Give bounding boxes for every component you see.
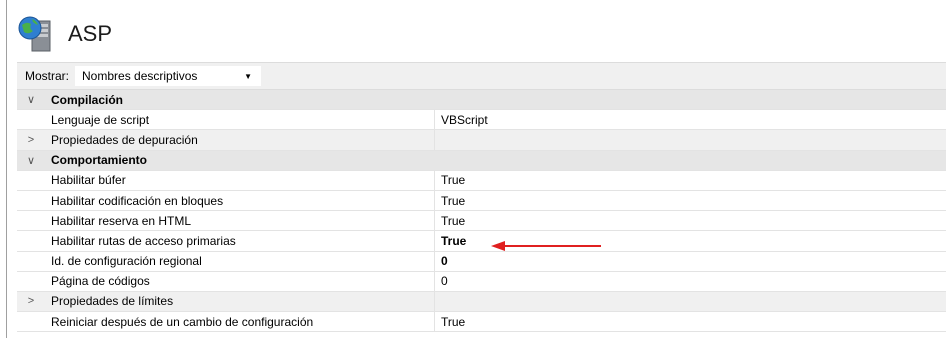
display-mode-value: Nombres descriptivos — [82, 69, 198, 83]
red-arrow-annotation — [491, 241, 601, 251]
window-left-border — [6, 0, 7, 338]
row-gutter — [17, 312, 45, 331]
row-gutter — [17, 211, 45, 230]
mostrar-label: Mostrar: — [25, 69, 70, 83]
row-gutter — [17, 171, 45, 190]
property-row[interactable]: > Propiedades de depuración — [17, 130, 946, 151]
property-row[interactable]: Habilitar rutas de acceso primarias True — [17, 231, 946, 252]
property-value[interactable] — [434, 130, 946, 150]
property-value[interactable]: VBScript — [434, 110, 946, 130]
property-value[interactable]: True — [434, 312, 946, 332]
property-value[interactable]: True — [434, 211, 946, 231]
display-toolbar: Mostrar: Nombres descriptivos ▼ — [17, 62, 946, 90]
property-name: Compilación — [51, 92, 124, 107]
row-gutter — [17, 272, 45, 291]
row-gutter — [17, 191, 45, 210]
expand-chevron-icon[interactable]: > — [17, 292, 45, 311]
property-name: Página de códigos — [51, 274, 150, 289]
property-name: Comportamiento — [51, 153, 147, 168]
property-value[interactable]: 0 — [434, 271, 946, 291]
property-name: Habilitar búfer — [51, 173, 126, 188]
property-name: Id. de configuración regional — [51, 254, 202, 269]
property-value[interactable]: True — [434, 170, 946, 190]
property-value[interactable] — [434, 291, 946, 312]
property-row[interactable]: Página de códigos 0 — [17, 271, 946, 292]
dropdown-arrow-icon: ▼ — [244, 71, 253, 81]
page-header: ASP — [18, 14, 112, 54]
row-gutter — [17, 110, 45, 129]
property-row[interactable]: Habilitar búfer True — [17, 170, 946, 191]
expand-chevron-icon[interactable]: > — [17, 130, 45, 149]
row-gutter — [17, 252, 45, 271]
property-row[interactable]: Habilitar reserva en HTML True — [17, 211, 946, 232]
property-row[interactable]: Id. de configuración regional 0 — [17, 251, 946, 272]
page-title: ASP — [68, 21, 113, 46]
category-row[interactable]: ∨ Compilación — [17, 90, 946, 111]
property-row[interactable]: Reiniciar después de un cambio de config… — [17, 312, 946, 333]
property-name: Propiedades de límites — [51, 294, 174, 309]
property-name: Habilitar codificación en bloques — [51, 193, 224, 208]
property-grid: ∨ Compilación Lenguaje de script VBScript > P… — [17, 90, 946, 333]
property-row[interactable]: Lenguaje de script VBScript — [17, 110, 946, 131]
property-row[interactable]: > Propiedades de límites — [17, 291, 946, 313]
property-name: Lenguaje de script — [51, 112, 150, 127]
property-name: Habilitar reserva en HTML — [51, 213, 192, 228]
property-name: Propiedades de depuración — [51, 132, 198, 147]
display-mode-dropdown[interactable]: Nombres descriptivos ▼ — [75, 66, 262, 86]
category-row[interactable]: ∨ Comportamiento — [17, 150, 946, 171]
property-value[interactable]: True — [434, 190, 946, 211]
property-name: Reiniciar después de un cambio de config… — [51, 314, 314, 329]
globe-server-icon — [18, 16, 51, 52]
property-row[interactable]: Habilitar codificación en bloques True — [17, 190, 946, 212]
property-value[interactable]: 0 — [434, 251, 946, 271]
collapse-chevron-icon[interactable]: ∨ — [17, 90, 45, 109]
property-name: Habilitar rutas de acceso primarias — [51, 233, 236, 248]
collapse-chevron-icon[interactable]: ∨ — [17, 151, 45, 170]
row-gutter — [17, 231, 45, 250]
